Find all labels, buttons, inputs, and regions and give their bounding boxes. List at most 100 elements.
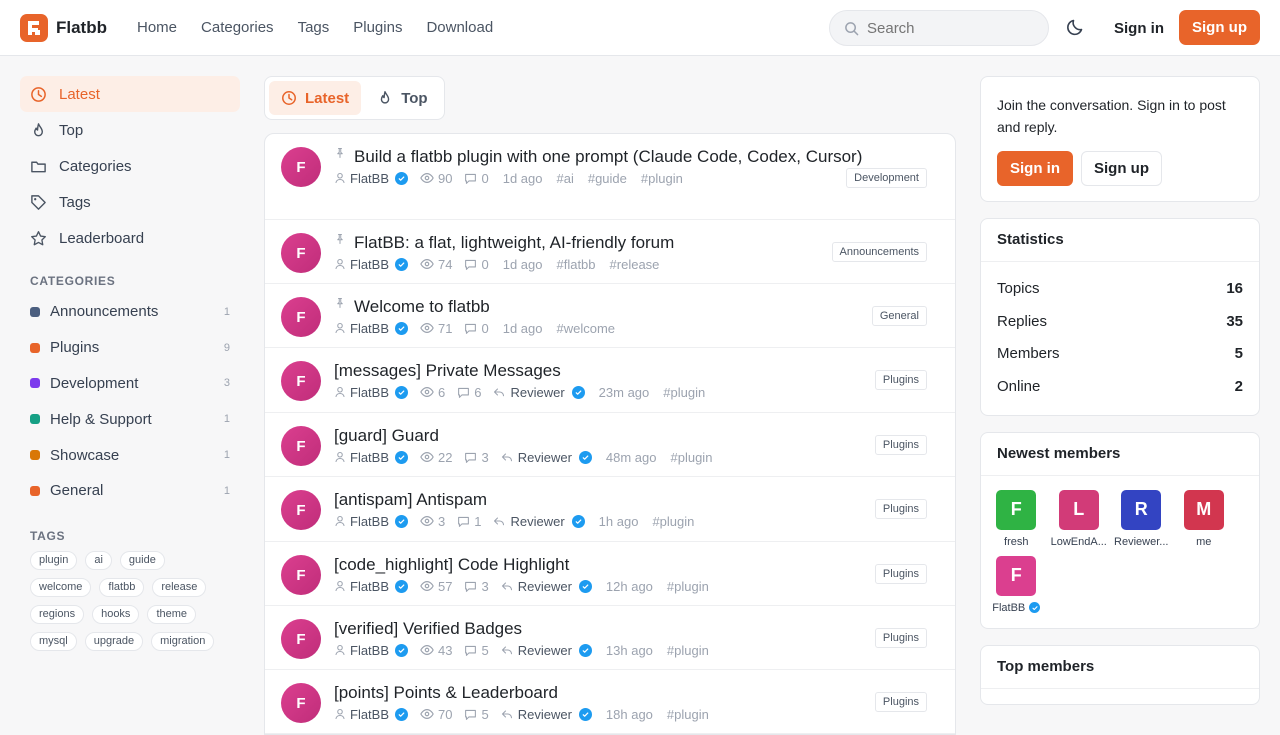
search-box[interactable] (829, 10, 1049, 46)
nav-categories[interactable]: Categories (189, 19, 286, 36)
sidebar-category-item[interactable]: Development 3 (20, 366, 240, 402)
topic-author[interactable]: FlatBB (350, 450, 389, 465)
tag-chip[interactable]: welcome (30, 577, 92, 597)
tag-chip[interactable]: guide (119, 550, 165, 570)
last-reply-by[interactable]: Reviewer (501, 643, 592, 658)
category-badge[interactable]: Plugins (874, 435, 927, 455)
tag-chip[interactable]: upgrade (84, 631, 144, 651)
tag-chip[interactable]: migration (151, 631, 215, 651)
topic-title[interactable]: [verified] Verified Badges (334, 618, 522, 639)
avatar[interactable]: L (1058, 489, 1099, 530)
topic-tag[interactable]: #plugin (663, 385, 705, 400)
topic-row[interactable]: F Build a flatbb plugin with one prompt (… (265, 134, 955, 220)
topic-author[interactable]: FlatBB (350, 171, 389, 186)
avatar[interactable]: F (996, 555, 1037, 596)
nav-home[interactable]: Home (125, 19, 189, 36)
topic-row[interactable]: F [code_highlight] Code Highlight FlatBB 57… (265, 542, 955, 606)
last-reply-by[interactable]: Reviewer (501, 450, 592, 465)
topic-tag[interactable]: #plugin (667, 707, 709, 722)
sign-up-button[interactable]: Sign up (1179, 10, 1260, 45)
category-badge[interactable]: Announcements (831, 242, 927, 262)
tag-chip[interactable]: theme (147, 604, 197, 624)
topic-tag[interactable]: #plugin (652, 514, 694, 529)
topic-author[interactable]: FlatBB (350, 579, 389, 594)
topic-row[interactable]: F [guard] Guard FlatBB 22 3 Reviewer 48m ago #p… (265, 413, 955, 477)
topic-tag[interactable]: #flatbb (556, 257, 595, 272)
category-badge[interactable]: Plugins (874, 499, 927, 519)
tag-chip[interactable]: ai (85, 550, 112, 570)
topic-tag[interactable]: #plugin (667, 643, 709, 658)
brand[interactable]: Flatbb (20, 13, 107, 42)
topic-title[interactable]: [messages] Private Messages (334, 360, 561, 381)
avatar[interactable]: F (281, 233, 321, 273)
sidebar-category-item[interactable]: General 1 (20, 473, 240, 509)
topic-tag[interactable]: #release (610, 257, 660, 272)
avatar[interactable]: F (281, 683, 321, 723)
topic-author[interactable]: FlatBB (350, 514, 389, 529)
category-badge[interactable]: Development (846, 168, 927, 188)
dark-mode-toggle-icon[interactable] (1066, 17, 1086, 37)
tag-chip[interactable]: regions (30, 604, 85, 624)
topic-tag[interactable]: #welcome (556, 321, 615, 336)
avatar[interactable]: F (281, 555, 321, 595)
topic-title[interactable]: Welcome to flatbb (354, 296, 490, 317)
topic-row[interactable]: F [messages] Private Messages FlatBB 6 6 Revi… (265, 348, 955, 413)
topic-title[interactable]: [guard] Guard (334, 425, 439, 446)
nav-download[interactable]: Download (414, 19, 505, 36)
tag-chip[interactable]: hooks (92, 604, 140, 624)
last-reply-by[interactable]: Reviewer (493, 385, 585, 400)
avatar[interactable]: F (281, 147, 321, 187)
avatar[interactable]: R (1121, 489, 1162, 530)
tag-chip[interactable]: flatbb (99, 577, 145, 597)
sidebar-category-item[interactable]: Plugins 9 (20, 330, 240, 366)
nav-plugins[interactable]: Plugins (341, 19, 414, 36)
topic-tag[interactable]: #ai (556, 171, 573, 186)
avatar[interactable]: F (281, 297, 321, 337)
category-badge[interactable]: General (871, 306, 927, 326)
last-reply-by[interactable]: Reviewer (493, 514, 585, 529)
member-item[interactable]: R Reviewer... (1110, 489, 1173, 548)
join-sign-up-button[interactable]: Sign up (1081, 151, 1162, 186)
category-badge[interactable]: Plugins (874, 370, 927, 390)
sidebar-category-item[interactable]: Help & Support 1 (20, 401, 240, 437)
topic-tag[interactable]: #plugin (641, 171, 683, 186)
sign-in-button[interactable]: Sign in (1104, 10, 1174, 46)
topic-tag[interactable]: #plugin (667, 579, 709, 594)
category-badge[interactable]: Plugins (874, 564, 927, 584)
category-badge[interactable]: Plugins (874, 628, 927, 648)
topic-title[interactable]: [points] Points & Leaderboard (334, 682, 558, 703)
last-reply-by[interactable]: Reviewer (501, 579, 592, 594)
member-item[interactable]: Mme (1173, 489, 1236, 548)
sidebar-item-latest[interactable]: Latest (20, 76, 240, 112)
topic-author[interactable]: FlatBB (350, 643, 389, 658)
tag-chip[interactable]: release (152, 577, 207, 597)
topic-title[interactable]: [antispam] Antispam (334, 489, 487, 510)
join-sign-in-button[interactable]: Sign in (997, 151, 1073, 186)
avatar[interactable]: F (996, 489, 1037, 530)
avatar[interactable]: F (281, 426, 321, 466)
tab-top[interactable]: Top (365, 81, 439, 115)
avatar[interactable]: F (281, 361, 321, 401)
sidebar-item-leaderboard[interactable]: Leaderboard (20, 220, 240, 256)
topic-author[interactable]: FlatBB (350, 385, 389, 400)
avatar[interactable]: F (281, 490, 321, 530)
member-item[interactable]: Ffresh (985, 489, 1048, 548)
topic-row[interactable]: F [points] Points & Leaderboard FlatBB 70 5 R… (265, 670, 955, 734)
topic-title[interactable]: [code_highlight] Code Highlight (334, 554, 569, 575)
topic-tag[interactable]: #guide (588, 171, 627, 186)
nav-tags[interactable]: Tags (286, 19, 342, 36)
category-badge[interactable]: Plugins (874, 692, 927, 712)
topic-author[interactable]: FlatBB (350, 321, 389, 336)
avatar[interactable]: F (281, 619, 321, 659)
topic-tag[interactable]: #plugin (671, 450, 713, 465)
topic-row[interactable]: F FlatBB: a flat, lightweight, AI-friendl… (265, 220, 955, 284)
tab-latest[interactable]: Latest (269, 81, 362, 115)
sidebar-category-item[interactable]: Showcase 1 (20, 437, 240, 473)
topic-author[interactable]: FlatBB (350, 257, 389, 272)
member-item[interactable]: F FlatBB (985, 555, 1048, 614)
topic-title[interactable]: FlatBB: a flat, lightweight, AI-friendly… (354, 232, 674, 253)
member-item[interactable]: L LowEndA... (1048, 489, 1111, 548)
topic-title[interactable]: Build a flatbb plugin with one prompt (C… (354, 146, 862, 167)
avatar[interactable]: M (1183, 489, 1224, 530)
search-input[interactable] (867, 19, 1037, 37)
